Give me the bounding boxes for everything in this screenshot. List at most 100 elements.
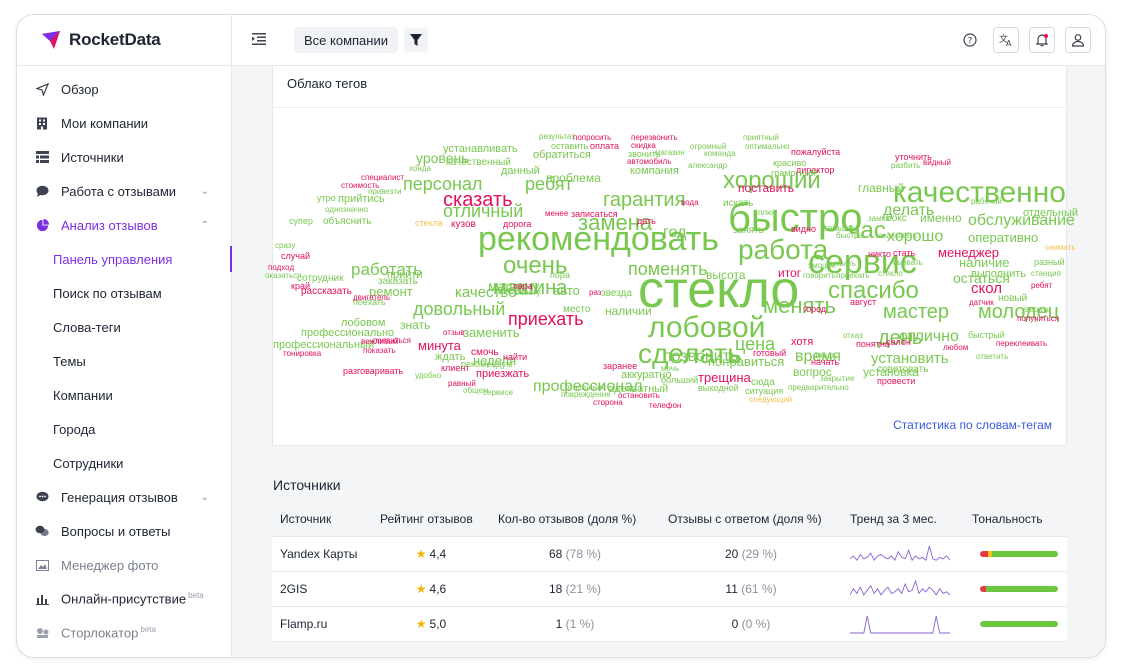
tag-word[interactable]: оперативно [968, 231, 1038, 244]
tag-word[interactable]: гарантия [603, 190, 685, 210]
sidebar-item-overview[interactable]: Обзор [17, 72, 231, 106]
source-name[interactable]: 2GIS [272, 571, 372, 607]
tag-word[interactable]: найти [503, 353, 527, 362]
tag-word[interactable]: ответить [976, 353, 1008, 361]
tag-word[interactable]: разговаривать [343, 367, 403, 376]
column-header[interactable]: Кол-во отзывов (доля %) [490, 502, 660, 537]
tag-word[interactable]: рабочий [971, 198, 1002, 206]
tag-word[interactable]: именно [920, 212, 962, 224]
tag-word[interactable]: магазин [655, 149, 685, 157]
tag-word[interactable]: разный [1034, 258, 1065, 267]
column-header[interactable]: Рейтинг отзывов [372, 502, 490, 537]
tag-word[interactable]: поставить [738, 182, 794, 194]
table-row[interactable]: Yandex Карты ★ 4,4 68 (78 %) 20 (29 %) [272, 536, 1067, 572]
tag-word[interactable]: высота [706, 269, 746, 281]
tag-word[interactable]: утро [317, 194, 336, 203]
tag-word[interactable]: вода [681, 199, 699, 207]
sidebar-subitem-dashboard[interactable]: Панель управления [17, 242, 232, 276]
company-select[interactable]: Все компании [294, 27, 398, 53]
tag-word[interactable]: эмоции [808, 262, 836, 270]
sidebar-item-reviews[interactable]: Работа с отзывами ⌄ [17, 174, 231, 208]
tag-word[interactable]: советовать [877, 365, 928, 375]
tag-word[interactable]: приятный [743, 134, 779, 142]
tag-word[interactable]: готовый [753, 349, 786, 358]
sidebar-subitem-tag-words[interactable]: Слова-теги [17, 310, 231, 344]
tag-word[interactable]: переклеивать [996, 340, 1047, 348]
tag-word[interactable]: уверить [1021, 306, 1050, 314]
tag-word[interactable]: оказаться [265, 272, 302, 280]
tag-word[interactable]: проблема [546, 172, 601, 184]
tag-word[interactable]: адекватный [608, 383, 668, 395]
tag-word[interactable]: получиться [1017, 315, 1059, 323]
tag-word[interactable]: пожалуйста [791, 148, 840, 157]
tag-word[interactable]: оплата [590, 142, 619, 151]
tag-word[interactable]: мастер [883, 302, 949, 322]
source-name[interactable]: Yandex Карты [272, 536, 372, 572]
tag-word[interactable]: менее [545, 210, 568, 218]
tag-word[interactable]: отзыв [443, 329, 465, 337]
tag-word[interactable]: телефон [649, 402, 681, 410]
chevron-down-icon[interactable]: ⌄ [201, 186, 209, 197]
tag-word[interactable]: тонировка [283, 350, 321, 358]
sidebar-item-photo-manager[interactable]: Менеджер фото [17, 548, 231, 582]
tag-word[interactable]: результат [539, 133, 575, 141]
tag-word[interactable]: грамотный [771, 169, 816, 178]
tag-word[interactable]: любом [943, 344, 968, 352]
tag-word[interactable]: искать [723, 199, 753, 209]
tag-word[interactable]: данный [501, 165, 540, 177]
tag-word[interactable]: провести [877, 377, 915, 386]
tag-word[interactable]: показать [363, 347, 396, 355]
sidebar-subitem-topics[interactable]: Темы [17, 344, 231, 378]
sidebar-item-storelocator[interactable]: Сторлокатор beta [17, 616, 231, 650]
sidebar-item-review-analysis[interactable]: Анализ отзывов ⌃ [17, 208, 231, 242]
sidebar-item-my-companies[interactable]: Мои компании [17, 106, 231, 140]
tag-word[interactable]: выполнить [971, 268, 1026, 280]
tag-word[interactable]: авто [553, 284, 580, 297]
tag-word[interactable]: удобно [415, 372, 441, 380]
tag-word[interactable]: край [291, 282, 310, 291]
tag-word[interactable]: предварительно [788, 384, 849, 392]
column-header[interactable]: Тональность [964, 502, 1067, 537]
tag-word[interactable]: плюс [758, 209, 777, 217]
tag-word[interactable]: быстрый [968, 331, 1005, 340]
tag-word[interactable]: мочь [661, 365, 679, 373]
tag-word[interactable]: компания [630, 165, 679, 177]
sidebar-subitem-companies[interactable]: Компании [17, 378, 231, 412]
tag-word[interactable]: знать [400, 319, 430, 331]
logo[interactable]: RocketData [17, 15, 231, 66]
translate-icon[interactable]: 文A [993, 27, 1019, 53]
user-icon[interactable] [1065, 27, 1091, 53]
table-row[interactable]: 2GIS ★ 4,6 18 (21 %) 11 (61 %) [272, 571, 1067, 607]
tag-word[interactable]: заказывать [875, 232, 917, 240]
tag-word[interactable]: закрытие [820, 375, 854, 383]
tag-word[interactable]: уточнить [895, 153, 932, 162]
tag-word[interactable]: работа [738, 236, 828, 264]
tag-word[interactable]: понятно [856, 340, 890, 349]
tag-word[interactable]: довольный [413, 300, 505, 318]
tag-word[interactable]: стать [893, 249, 915, 258]
tag-word[interactable]: город [803, 305, 826, 314]
sidebar-subitem-employees[interactable]: Сотрудники [17, 446, 231, 480]
sidebar-item-review-generation[interactable]: Генерация отзывов ⌄ [17, 480, 231, 514]
column-header[interactable]: Отзывы с ответом (доля %) [660, 502, 842, 537]
tag-word[interactable]: хонда [409, 165, 431, 173]
tag-word[interactable]: дождь [813, 352, 836, 360]
tag-word[interactable]: проехать [836, 272, 870, 280]
tag-word[interactable]: устанавливать [443, 143, 518, 155]
tag-word[interactable]: отдельный [1023, 207, 1078, 219]
tag-word[interactable]: сторона [593, 399, 623, 407]
tag-word[interactable]: год [663, 224, 686, 241]
tag-word[interactable]: хотя [791, 336, 813, 348]
tag-word[interactable]: ребят [1031, 282, 1052, 290]
tag-word[interactable]: александр [688, 162, 727, 170]
tag-word[interactable]: раз [589, 289, 601, 297]
tag-word[interactable]: приезжать [476, 368, 529, 380]
sidebar-subitem-review-search[interactable]: Поиск по отзывам [17, 276, 231, 310]
tag-word[interactable]: дорога [503, 220, 531, 229]
tag-word[interactable]: звезда [601, 289, 632, 299]
tag-word[interactable]: бокс [886, 214, 907, 224]
menu-toggle-icon[interactable] [252, 32, 268, 48]
tag-word[interactable]: обратиться [533, 149, 591, 161]
sidebar-item-online-presence[interactable]: Онлайн-присутствие beta [17, 582, 231, 616]
tag-word[interactable]: август [850, 298, 876, 307]
